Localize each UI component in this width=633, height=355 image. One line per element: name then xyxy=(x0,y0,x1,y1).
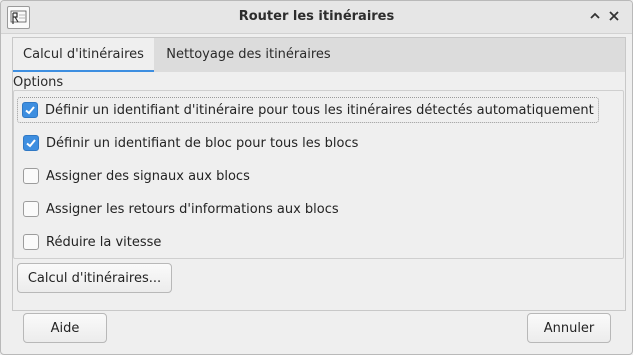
checkbox[interactable] xyxy=(23,234,39,250)
checkbox[interactable] xyxy=(23,168,39,184)
help-button[interactable]: Aide xyxy=(23,313,107,343)
option-label: Définir un identifiant d'itinéraire pour… xyxy=(45,102,594,118)
option-signals-checkbox[interactable]: Assigner des signaux aux blocs xyxy=(19,164,250,188)
calculate-routes-button[interactable]: Calcul d'itinéraires... xyxy=(17,263,172,293)
tab-calcul-itineraires[interactable]: Calcul d'itinéraires xyxy=(13,38,154,73)
tab-bar: Calcul d'itinéraires Nettoyage des itiné… xyxy=(12,37,626,73)
close-button[interactable] xyxy=(605,7,623,25)
tab-nettoyage-itineraires[interactable]: Nettoyage des itinéraires xyxy=(161,38,336,73)
option-label: Assigner des signaux aux blocs xyxy=(46,168,250,184)
chevron-up-icon xyxy=(590,12,600,19)
option-route-id-checkbox[interactable]: Définir un identifiant d'itinéraire pour… xyxy=(17,97,599,123)
cancel-button[interactable]: Annuler xyxy=(527,313,611,343)
option-label: Assigner les retours d'informations aux … xyxy=(46,201,339,217)
option-block-id-checkbox[interactable]: Définir un identifiant de bloc pour tous… xyxy=(19,131,358,155)
options-group-title: Options xyxy=(13,75,64,90)
option-speed-checkbox[interactable]: Réduire la vitesse xyxy=(19,230,161,254)
option-feedback-checkbox[interactable]: Assigner les retours d'informations aux … xyxy=(19,197,339,221)
tab-label: Calcul d'itinéraires xyxy=(23,47,144,62)
minimize-button[interactable] xyxy=(586,7,604,25)
checkmark-icon xyxy=(26,139,36,148)
checkbox[interactable] xyxy=(23,201,39,217)
checkbox[interactable] xyxy=(23,135,39,151)
close-icon xyxy=(609,11,619,21)
dialog-window: Router les itinéraires Calcul d'itinérai… xyxy=(0,0,633,355)
title-bar[interactable]: Router les itinéraires xyxy=(1,1,632,34)
checkmark-icon xyxy=(25,106,35,115)
tab-label: Nettoyage des itinéraires xyxy=(166,47,331,62)
window-title: Router les itinéraires xyxy=(238,9,395,24)
checkbox[interactable] xyxy=(22,102,38,118)
option-label: Définir un identifiant de bloc pour tous… xyxy=(46,135,359,151)
option-label: Réduire la vitesse xyxy=(46,234,162,250)
